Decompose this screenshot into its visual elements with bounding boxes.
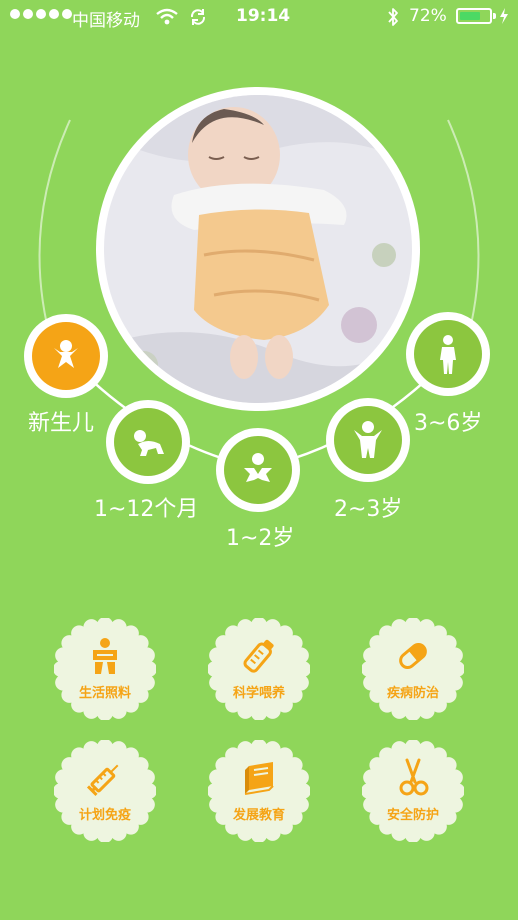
category-life-care[interactable]: 生活照料 xyxy=(54,618,156,720)
crawling-baby-icon xyxy=(134,430,164,456)
category-label: 安全防护 xyxy=(386,808,439,823)
stage-label-3-6-years: 3~6岁 xyxy=(414,411,483,436)
stage-label-1-2-years: 1~2岁 xyxy=(226,526,295,551)
category-development-education[interactable]: 发展教育 xyxy=(208,740,310,842)
category-label: 科学喂养 xyxy=(232,686,285,701)
baby-bottle-icon xyxy=(243,639,274,673)
book-icon xyxy=(244,762,274,795)
baby-care-icon xyxy=(93,638,117,674)
pill-capsule-icon xyxy=(399,643,427,669)
toddler-icon xyxy=(354,421,382,458)
stage-1-2-years[interactable] xyxy=(216,428,300,512)
baby-photo xyxy=(104,95,412,403)
category-label: 疾病防治 xyxy=(386,686,439,701)
stage-label-2-3-years: 2~3岁 xyxy=(334,497,403,522)
stage-label-1-12-months: 1~12个月 xyxy=(94,497,199,522)
stage-newborn[interactable] xyxy=(24,314,108,398)
baby-photo-frame xyxy=(96,87,420,411)
sitting-baby-icon xyxy=(244,453,272,482)
stage-3-6-years[interactable] xyxy=(406,312,490,396)
category-immunization[interactable]: 计划免疫 xyxy=(54,740,156,842)
category-safety-protection[interactable]: 安全防护 xyxy=(362,740,464,842)
category-label: 发展教育 xyxy=(232,808,285,823)
child-walking-icon xyxy=(440,335,456,374)
stage-2-3-years[interactable] xyxy=(326,398,410,482)
scissors-icon xyxy=(399,758,429,796)
category-label: 计划免疫 xyxy=(78,808,131,823)
category-disease-prevention[interactable]: 疾病防治 xyxy=(362,618,464,720)
stage-1-12-months[interactable] xyxy=(106,400,190,484)
syringe-icon xyxy=(86,764,119,797)
newborn-icon xyxy=(54,340,78,368)
category-feeding[interactable]: 科学喂养 xyxy=(208,618,310,720)
stage-label-newborn: 新生儿 xyxy=(28,411,95,436)
category-label: 生活照料 xyxy=(78,686,131,701)
